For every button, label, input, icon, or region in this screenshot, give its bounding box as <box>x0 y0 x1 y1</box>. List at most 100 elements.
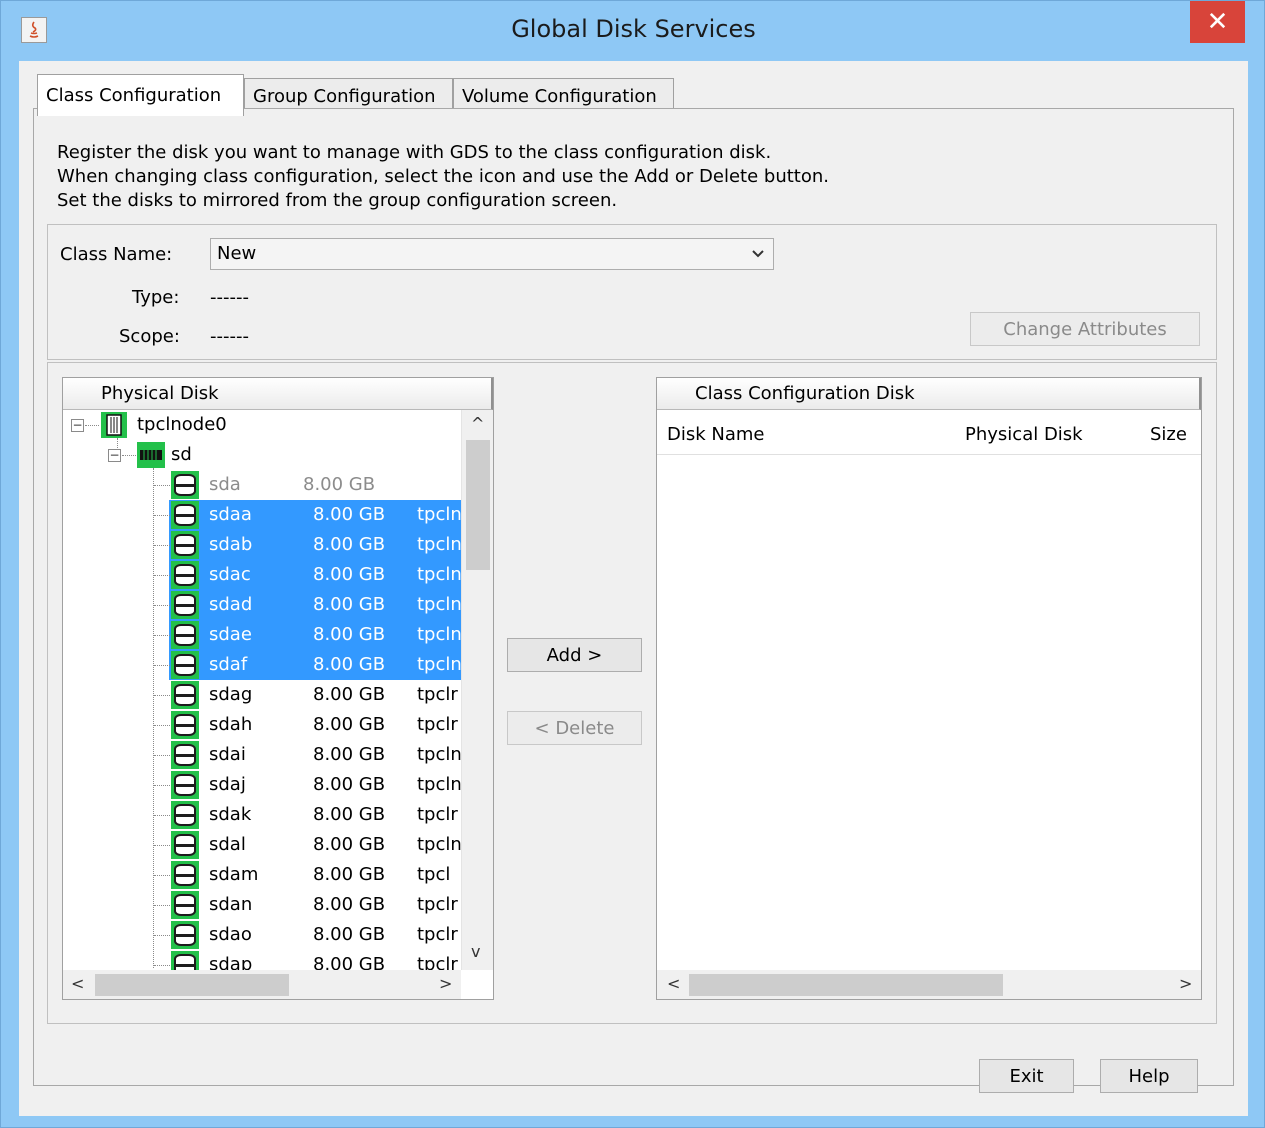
disk-node: tpclr <box>417 714 458 735</box>
tree-node-row[interactable]: − tpclnode0 <box>63 410 461 440</box>
disk-row[interactable]: sdag 8.00 GB tpclr <box>63 680 461 710</box>
column-header-divider <box>657 454 1201 455</box>
add-button[interactable]: Add > <box>507 638 642 672</box>
disk-row[interactable]: sdad 8.00 GB tpcln <box>63 590 461 620</box>
scroll-left-icon[interactable]: < <box>71 974 84 993</box>
chevron-down-icon <box>751 247 765 263</box>
physical-disk-vscrollbar[interactable]: ^ v <box>461 410 493 970</box>
class-config-hscrollbar[interactable]: < > <box>657 970 1201 999</box>
disk-size: 8.00 GB <box>313 744 386 765</box>
disk-node: tpcln <box>417 564 461 585</box>
hscroll-thumb[interactable] <box>689 974 1003 996</box>
hscroll-thumb[interactable] <box>95 974 289 996</box>
disk-icon <box>171 711 199 739</box>
physical-disk-panel: Physical Disk − tpclnode0 − sd sda 8.00 … <box>62 377 494 1000</box>
disk-row[interactable]: sda 8.00 GB <box>63 470 461 500</box>
class-name-label: Class Name: <box>60 244 173 265</box>
column-disk-name[interactable]: Disk Name <box>667 424 765 445</box>
disk-row[interactable]: sdao 8.00 GB tpclr <box>63 920 461 950</box>
disk-size: 8.00 GB <box>313 924 386 945</box>
tree-line <box>154 905 170 906</box>
disk-name: sdal <box>209 834 246 855</box>
disk-row[interactable]: sdaf 8.00 GB tpcln <box>63 650 461 680</box>
disk-size: 8.00 GB <box>313 864 386 885</box>
disk-row[interactable]: sdab 8.00 GB tpcln <box>63 530 461 560</box>
disk-name: sdaf <box>209 654 248 675</box>
disk-node: tpcl <box>417 864 451 885</box>
disk-icon <box>171 471 199 499</box>
collapse-icon[interactable]: − <box>71 419 84 432</box>
column-physical-disk[interactable]: Physical Disk <box>965 424 1083 445</box>
exit-button[interactable]: Exit <box>979 1059 1074 1093</box>
scroll-right-icon[interactable]: > <box>439 974 452 993</box>
disk-icon <box>171 801 199 829</box>
disk-row[interactable]: sdah 8.00 GB tpclr <box>63 710 461 740</box>
disk-row[interactable]: sdal 8.00 GB tpcln <box>63 830 461 860</box>
disk-row[interactable]: sdak 8.00 GB tpclr <box>63 800 461 830</box>
window-title: Global Disk Services <box>511 15 756 43</box>
server-icon <box>101 412 127 438</box>
scroll-down-icon[interactable]: v <box>471 942 480 961</box>
disk-node: tpcln <box>417 594 461 615</box>
disk-node: tpcln <box>417 744 461 765</box>
disk-node: tpcln <box>417 654 461 675</box>
class-config-disk-panel: Class Configuration Disk Disk Name Physi… <box>656 377 1202 1000</box>
disk-row[interactable]: sdaj 8.00 GB tpcln <box>63 770 461 800</box>
tree-line <box>154 785 170 786</box>
group-name: sd <box>171 444 192 465</box>
description-line-1: Register the disk you want to manage wit… <box>57 142 772 163</box>
disk-row[interactable]: sdae 8.00 GB tpcln <box>63 620 461 650</box>
disk-row[interactable]: sdan 8.00 GB tpclr <box>63 890 461 920</box>
title-bar[interactable]: Global Disk Services ✕ <box>1 1 1265 61</box>
app-window: Global Disk Services ✕ Class Configurati… <box>0 0 1265 1128</box>
disk-icon <box>171 561 199 589</box>
tree-line <box>122 455 136 456</box>
tree-line <box>154 965 170 966</box>
tree-group-row[interactable]: − sd <box>63 438 461 470</box>
disk-size: 8.00 GB <box>313 834 386 855</box>
class-name-value: New <box>217 243 257 264</box>
class-configuration-panel: Register the disk you want to manage wit… <box>33 108 1234 1086</box>
change-attributes-button[interactable]: Change Attributes <box>970 312 1200 346</box>
tab-class-configuration[interactable]: Class Configuration <box>37 74 244 116</box>
delete-button[interactable]: < Delete <box>507 711 642 745</box>
close-button[interactable]: ✕ <box>1190 1 1245 43</box>
disk-icon <box>171 531 199 559</box>
help-button[interactable]: Help <box>1100 1059 1198 1093</box>
scroll-right-icon[interactable]: > <box>1179 974 1192 993</box>
column-size[interactable]: Size <box>1150 424 1187 445</box>
disk-row[interactable]: sdam 8.00 GB tpcl <box>63 860 461 890</box>
disk-group-icon <box>137 442 165 468</box>
disk-row[interactable]: sdai 8.00 GB tpcln <box>63 740 461 770</box>
client-area: Class Configuration Group Configuration … <box>19 61 1248 1116</box>
scroll-left-icon[interactable]: < <box>667 974 680 993</box>
scroll-up-icon[interactable]: ^ <box>471 414 484 433</box>
disk-name: sdag <box>209 684 253 705</box>
tree-line <box>154 695 170 696</box>
disk-row[interactable]: sdap 8.00 GB tpclr <box>63 950 461 970</box>
disk-node: tpclr <box>417 924 458 945</box>
disk-node: tpcln <box>417 774 461 795</box>
disk-name: sdai <box>209 744 246 765</box>
class-config-disk-header: Class Configuration Disk <box>657 378 1201 410</box>
disk-icon <box>171 771 199 799</box>
class-name-select[interactable]: New <box>210 238 774 270</box>
tree-line <box>154 575 170 576</box>
disk-node: tpcln <box>417 624 461 645</box>
disk-row[interactable]: sdac 8.00 GB tpcln <box>63 560 461 590</box>
disk-icon <box>171 921 199 949</box>
tree-line <box>154 845 170 846</box>
disk-name: sdap <box>209 954 253 970</box>
disk-row[interactable]: sdaa 8.00 GB tpcln <box>63 500 461 530</box>
physical-disk-hscrollbar[interactable]: < > <box>63 970 461 999</box>
physical-disk-tree[interactable]: − tpclnode0 − sd sda 8.00 GB sdaa 8.00 G… <box>63 410 461 970</box>
tree-line <box>85 425 99 426</box>
disk-name: sdah <box>209 714 253 735</box>
tree-line <box>154 515 170 516</box>
disk-size: 8.00 GB <box>313 534 386 555</box>
collapse-icon[interactable]: − <box>108 449 121 462</box>
disk-name: sdaj <box>209 774 246 795</box>
scope-value: ------ <box>210 326 249 347</box>
vscroll-thumb[interactable] <box>466 440 490 570</box>
disk-size: 8.00 GB <box>313 774 386 795</box>
